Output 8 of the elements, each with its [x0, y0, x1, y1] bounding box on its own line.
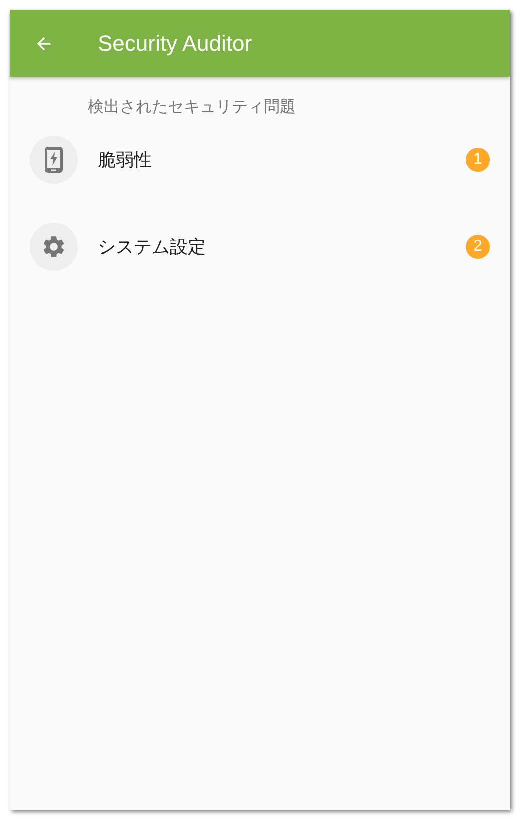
list-item-label[interactable]: 脆弱性 — [98, 146, 466, 174]
list-item-label[interactable]: システム設定 — [98, 234, 466, 260]
app-title: Security Auditor — [98, 30, 252, 58]
count-badge: 1 — [466, 148, 490, 172]
section-header: 検出されたセキュリティ問題 — [88, 98, 297, 118]
gear-icon — [41, 234, 67, 260]
phone-icon — [44, 146, 64, 174]
count-badge: 2 — [466, 235, 490, 259]
